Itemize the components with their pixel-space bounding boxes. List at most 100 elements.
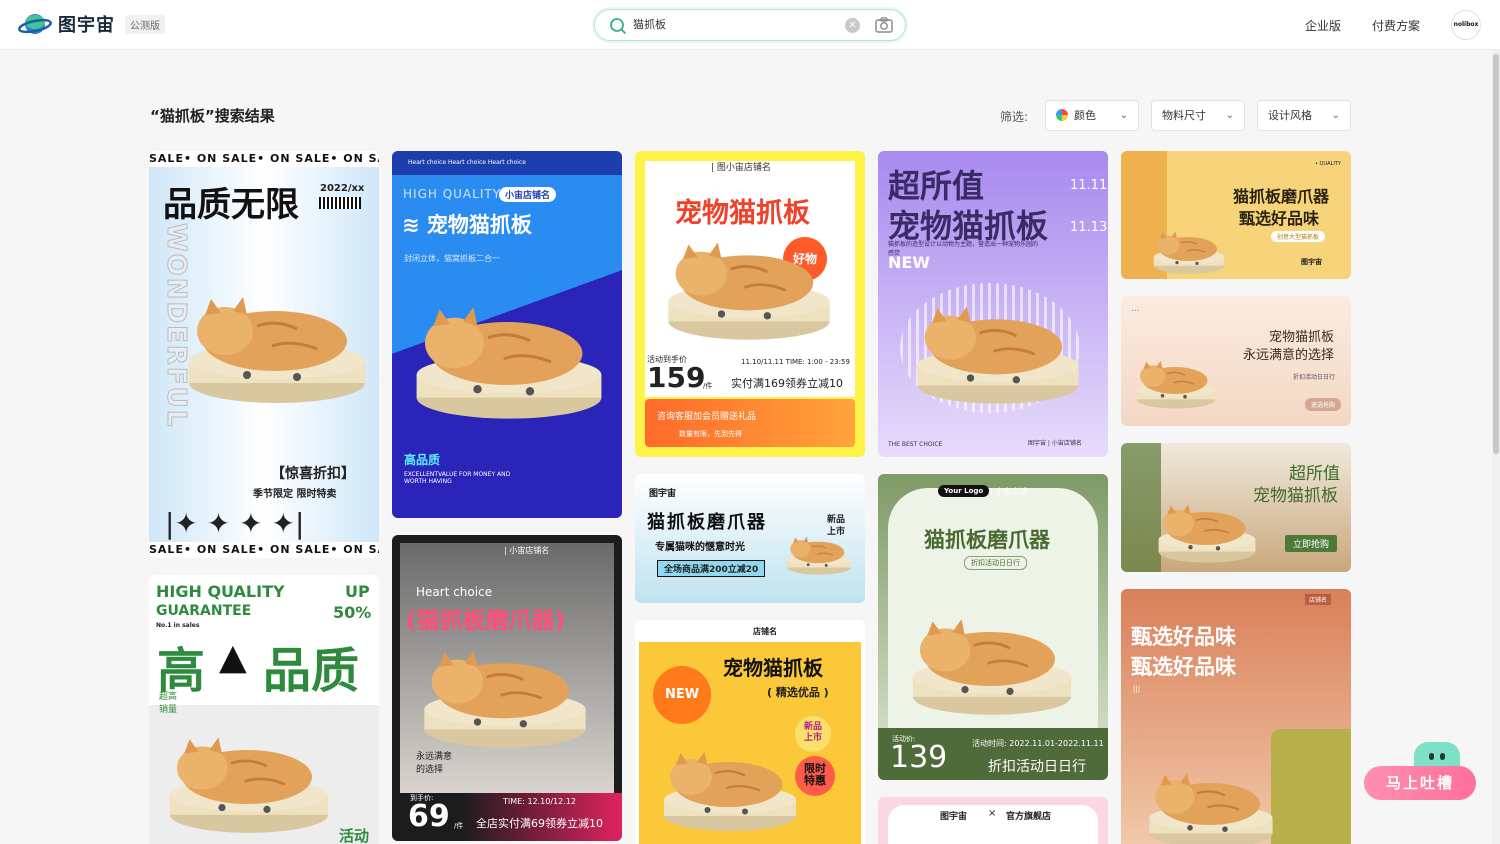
brand-text: 图宇宙 xyxy=(1301,258,1322,266)
offer-text: 实付满169领券立减10 xyxy=(731,377,843,390)
template-card[interactable]: | 图小宙店铺名 宠物猫抓板 好物 活动到手价 159 /件 11.10/11.… xyxy=(635,151,865,457)
label-2: 销量 xyxy=(159,705,178,715)
sale-badge-2: 特惠 xyxy=(804,774,826,787)
card-title: (猫抓板磨爪器) xyxy=(406,608,566,634)
event-time: TIME: 12.10/12.12 xyxy=(503,797,576,806)
price-value: 69 xyxy=(408,799,450,834)
shop-badge: 小宙店铺名 xyxy=(499,187,557,202)
gift-text: 咨询客服加会员赠送礼品 xyxy=(657,412,757,422)
hq-text: HIGH QUALITY xyxy=(403,187,502,201)
filter-label: 筛选: xyxy=(1000,110,1029,124)
shop-name: | 小宙店铺 xyxy=(990,487,1028,496)
en-text: EXCELLENTVALUE FOR MONEY AND WORTH HAVIN… xyxy=(404,471,511,485)
heart-choice-text: Heart choice xyxy=(416,585,493,599)
logo[interactable]: 图宇宙 公测版 xyxy=(18,11,165,37)
guarantee-text: GUARANTEE xyxy=(156,603,252,619)
percent-text: 50% xyxy=(333,603,372,622)
promo-text: 【惊喜折扣】 xyxy=(271,466,355,482)
dots-text: ... xyxy=(1131,304,1140,314)
card-sub: 折扣活动日日行 xyxy=(964,556,1027,570)
template-card[interactable]: HIGH QUALITY UP GUARANTEE 50% No.1 in sa… xyxy=(149,575,379,844)
search-icon[interactable] xyxy=(609,17,627,39)
chevron-down-icon: ⌄ xyxy=(1119,110,1128,121)
brand-text: 图宇宙 | 小宙店铺名 xyxy=(1028,440,1082,447)
promo-sub: 季节限定 限时特卖 xyxy=(253,489,337,500)
avatar[interactable]: nolibox xyxy=(1451,10,1481,40)
template-card[interactable]: SALE• ON SALE• ON SALE• ON SA 品质无限 2022/… xyxy=(149,151,379,558)
template-card[interactable]: Heart choice Heart choice Heart choice H… xyxy=(392,151,622,518)
card-title-text: 宠物猫抓板 xyxy=(426,213,532,237)
slogan-2: 甄选好品味 xyxy=(1131,655,1236,679)
sofa-shape xyxy=(1271,729,1351,844)
big-text-2: 品质 xyxy=(263,643,360,699)
label-1: 超高 xyxy=(159,692,178,702)
card-sub: 折扣活动日日行 xyxy=(1293,374,1336,381)
offer-text: 全店实付满69领券立减10 xyxy=(476,817,603,830)
size-filter-label: 物料尺寸 xyxy=(1162,109,1206,122)
card-title: 宠物猫抓板 xyxy=(675,198,810,229)
enterprise-link[interactable]: 企业版 xyxy=(1305,17,1341,34)
event-time: 活动时间: 2022.11.01-2022.11.11 xyxy=(972,739,1104,748)
template-card[interactable]: | 小宙店铺名 Heart choice (猫抓板磨爪器) 永远满意 的选择 到… xyxy=(392,535,622,841)
new-badge: NEW xyxy=(653,666,711,724)
template-card[interactable]: 店铺名 宠物猫抓板 ( 精选优品 ) NEW 新品 上市 限时 特惠 xyxy=(635,620,865,844)
planet-logo-icon xyxy=(18,11,52,37)
pricing-link[interactable]: 付费方案 xyxy=(1372,17,1420,34)
gift-banner xyxy=(645,399,855,447)
color-wheel-icon xyxy=(1056,109,1068,121)
cat-scratcher-image xyxy=(915,305,1081,406)
camera-search-icon[interactable] xyxy=(875,17,893,37)
template-card[interactable]: Your Logo | 小宙店铺 猫抓板磨爪器 折扣活动日日行 活动价: 139… xyxy=(878,474,1108,780)
logo-badge: Your Logo xyxy=(938,485,990,497)
up-text: UP xyxy=(345,582,370,601)
template-card[interactable]: • QUALITY 猫抓板磨爪器 甄选好品味 创意大型猫抓板 图宇宙 xyxy=(1121,151,1351,279)
price-value: 159 xyxy=(647,361,706,394)
brand-text: 图宇宙 xyxy=(940,812,968,822)
sale-banner: SALE• ON SALE• ON SALE• ON SA xyxy=(149,542,379,558)
close-icon: × xyxy=(988,808,997,819)
cat-scratcher-image xyxy=(786,536,852,576)
template-card[interactable]: ... 宠物猫抓板 永远满意的选择 折扣活动日日行 速选抢购 xyxy=(1121,296,1351,426)
template-card[interactable]: 图宇宙 × 官方旗舰店 xyxy=(878,797,1108,844)
offer-text: 折扣活动日日行 xyxy=(988,759,1086,775)
card-sub: ( 精选优品 ) xyxy=(767,686,829,699)
scrollbar-thumb[interactable] xyxy=(1493,54,1499,454)
heart-choice-bar: Heart choice Heart choice Heart choice xyxy=(392,151,622,175)
feedback-button[interactable]: 马上吐槽 xyxy=(1364,766,1476,800)
sale-banner: SALE• ON SALE• ON SALE• ON SA xyxy=(149,151,379,167)
shop-name: 店铺名 xyxy=(753,627,777,636)
card-title: ≋ 宠物猫抓板 xyxy=(402,213,532,237)
card-title-2: 宠物猫抓板 xyxy=(1253,486,1338,506)
cat-scratcher-image xyxy=(1135,360,1217,410)
logo-text: 图宇宙 xyxy=(58,15,115,36)
cat-scratcher-image xyxy=(1148,772,1274,844)
buy-button: 速选抢购 xyxy=(1305,398,1342,411)
quality-text: 高品质 xyxy=(404,453,441,467)
card-date: 2022/xx xyxy=(320,183,365,194)
clear-search-icon[interactable]: ✕ xyxy=(845,18,860,33)
template-card[interactable]: 店铺名 甄选好品味 甄选好品味 ||| xyxy=(1121,589,1351,844)
discount-pill: 全场商品满200立减20 xyxy=(657,560,766,577)
slogan-2: 的选择 xyxy=(416,765,444,775)
shop-name: 店铺名 xyxy=(1305,594,1332,605)
quality-tag: • QUALITY xyxy=(1315,161,1341,167)
template-card[interactable]: 图宇宙 猫抓板磨爪器 专属猫咪的惬意时光 全场商品满200立减20 新品 上市 xyxy=(635,474,865,603)
template-card[interactable]: 超所值 宠物猫抓板 立即抢购 xyxy=(1121,443,1351,572)
card-title-1: 宠物猫抓板 xyxy=(1269,330,1335,345)
search-bar: ✕ xyxy=(594,9,906,41)
shop-name: | 图小宙店铺名 xyxy=(711,163,771,173)
cat-scratcher-image xyxy=(662,750,798,833)
search-input[interactable] xyxy=(633,17,833,30)
footer-text: 活动 xyxy=(339,827,370,844)
template-card[interactable]: 超所值 宠物猫抓板 11.11 11.13 猫抓板的造型设计以动物为主题，营造出… xyxy=(878,151,1108,457)
store-text: 官方旗舰店 xyxy=(1006,812,1052,822)
brand-text: 图宇宙 xyxy=(649,489,677,499)
top-header: 图宇宙 公测版 ✕ 企业版 付费方案 nolibox xyxy=(0,0,1500,50)
style-filter-label: 设计风格 xyxy=(1268,109,1312,122)
launch-badge-1: 新品 xyxy=(803,722,822,732)
slogan-1: 甄选好品味 xyxy=(1131,625,1236,649)
size-filter[interactable]: 物料尺寸 ⌄ xyxy=(1151,100,1245,131)
color-filter[interactable]: 颜色 ⌄ xyxy=(1045,100,1139,131)
style-filter[interactable]: 设计风格 ⌄ xyxy=(1257,100,1351,131)
pill: 创意大型猫抓板 xyxy=(1271,231,1326,242)
